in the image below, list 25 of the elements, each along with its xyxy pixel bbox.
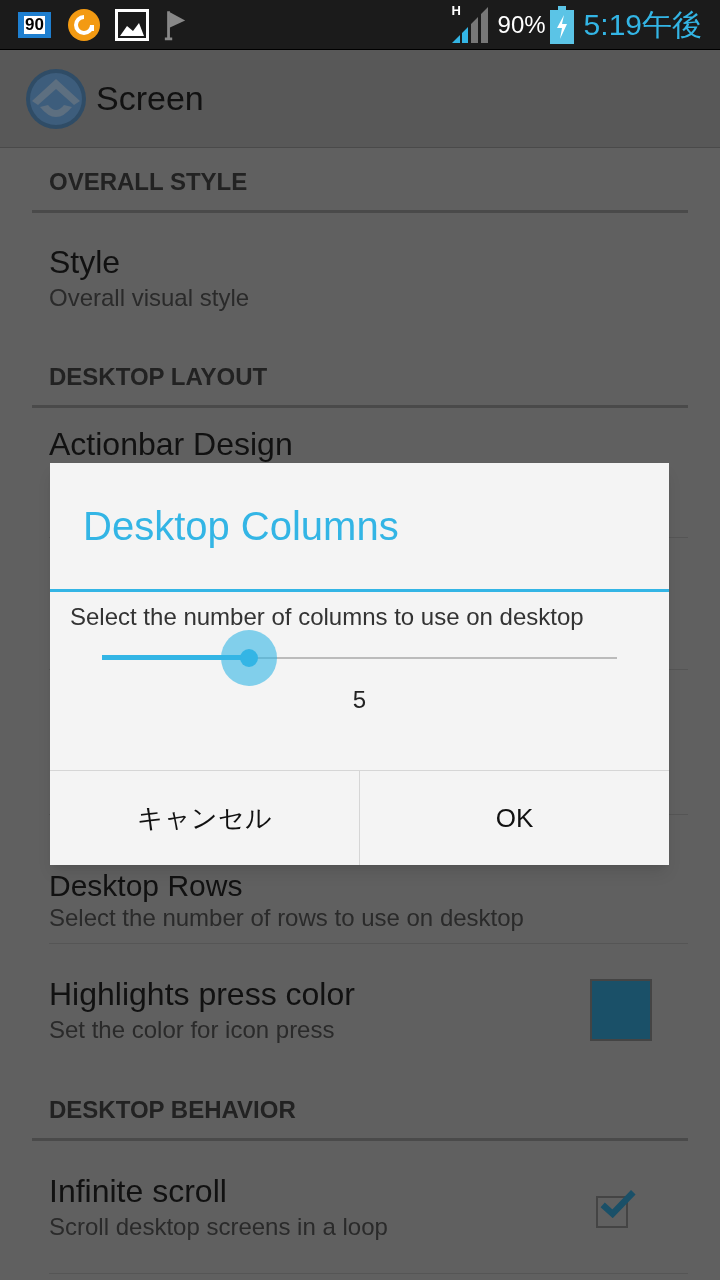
battery-notification-icon: 90 [18, 11, 51, 38]
app-notification-icon [67, 7, 101, 42]
screen-title: Screen [96, 78, 204, 119]
dialog-button[interactable]: キャンセル [50, 771, 359, 865]
signal-icon [451, 6, 490, 43]
setting-title: Infinite scroll [49, 1172, 228, 1211]
setting-title: Highlights press color [49, 975, 355, 1014]
section-header: DESKTOP BEHAVIOR [32, 1076, 688, 1141]
color-swatch[interactable] [590, 979, 652, 1041]
setting-title: Actionbar Design [49, 426, 294, 462]
setting-title: Desktop Rows [49, 869, 244, 903]
slider-value: 5 [352, 685, 367, 715]
network-type: H [451, 1, 461, 20]
image-icon [115, 8, 149, 41]
section-header: DESKTOP LAYOUT [32, 343, 688, 408]
checkmark-icon [600, 1188, 636, 1218]
dialog-message: Select the number of columns to use on desktop [69, 602, 585, 632]
clock: 5:19午後 [583, 7, 702, 43]
battery-percent: 90% [497, 9, 546, 40]
app-icon[interactable] [24, 66, 88, 131]
dialog-title: Desktop Columns [83, 503, 399, 550]
section-header: OVERALL STYLE [32, 148, 688, 213]
setting-title: Style [49, 243, 122, 282]
battery-charging-icon [549, 5, 574, 44]
dialog-button[interactable]: OK [359, 771, 669, 865]
